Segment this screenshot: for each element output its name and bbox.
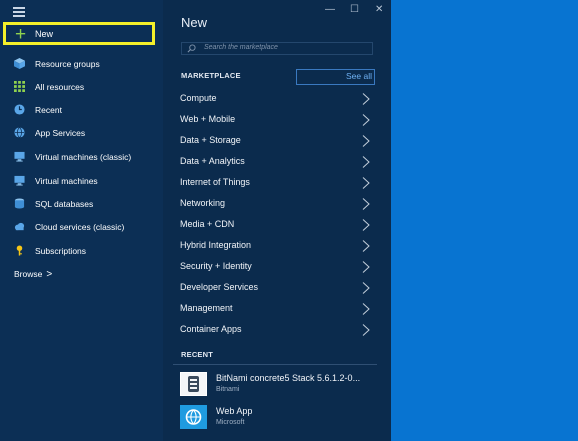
nav-item-app-services[interactable]: App Services — [0, 123, 163, 143]
nav-item-label: Recent — [35, 105, 62, 115]
category-label: Media + CDN — [180, 219, 235, 229]
nav-item-virtual-machines[interactable]: Virtual machines — [0, 171, 163, 191]
category-label: Developer Services — [180, 282, 259, 292]
marketplace-heading: MARKETPLACE — [181, 71, 241, 80]
category-item[interactable]: Networking — [163, 194, 377, 215]
category-item[interactable]: Data + Storage — [163, 131, 377, 152]
monitor-icon — [14, 175, 25, 186]
browse-label: Browse — [14, 269, 43, 279]
chevron-right-icon — [362, 93, 370, 105]
category-item[interactable]: Media + CDN — [163, 215, 377, 236]
bitnami-tile-icon — [180, 372, 207, 396]
category-label: Internet of Things — [180, 177, 250, 187]
new-blade: New — ☐ ✕ Search the marketplace MARKETP… — [163, 0, 391, 441]
nav-item-label: SQL databases — [35, 199, 94, 209]
chevron-right-icon — [362, 135, 370, 147]
category-item[interactable]: Management — [163, 299, 377, 320]
recent-item-name: Web App — [216, 406, 253, 416]
main-content-area — [391, 0, 578, 441]
plus-icon: + — [15, 24, 27, 45]
chevron-right-icon — [362, 156, 370, 168]
database-icon — [14, 198, 25, 209]
recent-item[interactable]: Web App Microsoft — [163, 403, 377, 431]
category-label: Data + Analytics — [180, 156, 245, 166]
chevron-right-icon — [362, 219, 370, 231]
category-item[interactable]: Data + Analytics — [163, 152, 377, 173]
nav-item-label: All resources — [35, 82, 85, 92]
search-marketplace-input[interactable]: Search the marketplace — [181, 42, 373, 55]
chevron-right-icon — [362, 261, 370, 273]
close-icon[interactable]: ✕ — [375, 4, 383, 15]
category-item[interactable]: Web + Mobile — [163, 110, 377, 131]
recent-item-publisher: Bitnami — [216, 386, 240, 393]
recent-heading: RECENT — [181, 350, 214, 359]
category-item[interactable]: Developer Services — [163, 278, 377, 299]
nav-item-virtual-machines-classic[interactable]: Virtual machines (classic) — [0, 147, 163, 167]
monitor-icon — [14, 151, 25, 162]
category-item[interactable]: Internet of Things — [163, 173, 377, 194]
nav-item-label: Resource groups — [35, 59, 100, 69]
nav-item-recent[interactable]: Recent — [0, 100, 163, 120]
nav-item-label: Virtual machines (classic) — [35, 152, 132, 162]
category-label: Web + Mobile — [180, 114, 236, 124]
nav-item-sql-databases[interactable]: SQL databases — [0, 194, 163, 214]
nav-new-button[interactable]: + New — [3, 22, 155, 45]
web-app-icon — [180, 405, 207, 429]
chevron-right-icon — [362, 303, 370, 315]
nav-item-subscriptions[interactable]: Subscriptions — [0, 241, 163, 261]
category-item[interactable]: Container Apps — [163, 320, 377, 341]
category-label: Networking — [180, 198, 226, 208]
cloud-icon — [14, 222, 25, 231]
recent-item-publisher: Microsoft — [216, 419, 245, 426]
cube-icon — [14, 58, 25, 69]
chevron-right-icon — [362, 240, 370, 252]
category-label: Hybrid Integration — [180, 240, 252, 250]
see-all-label: See all — [346, 71, 372, 81]
nav-item-label: Subscriptions — [35, 246, 87, 256]
nav-item-resource-groups[interactable]: Resource groups — [0, 54, 163, 74]
nav-item-cloud-services-classic[interactable]: Cloud services (classic) — [0, 217, 163, 237]
category-label: Data + Storage — [180, 135, 241, 145]
minimize-icon[interactable]: — — [325, 4, 335, 15]
search-icon — [187, 44, 196, 53]
category-label: Compute — [180, 93, 217, 103]
chevron-right-icon — [362, 198, 370, 210]
recent-item[interactable]: BitNami concrete5 Stack 5.6.1.2-0... Bit… — [163, 370, 377, 398]
chevron-right-icon — [362, 324, 370, 336]
hamburger-menu-icon[interactable] — [13, 7, 25, 17]
chevron-right-icon — [362, 114, 370, 126]
nav-item-all-resources[interactable]: All resources — [0, 77, 163, 97]
category-item[interactable]: Hybrid Integration — [163, 236, 377, 257]
category-label: Container Apps — [180, 324, 242, 334]
nav-item-label: App Services — [35, 128, 86, 138]
browse-button[interactable]: Browse > — [14, 269, 52, 280]
key-icon — [16, 245, 23, 256]
category-label: Management — [180, 303, 233, 313]
nav-item-label: Cloud services (classic) — [35, 222, 125, 232]
grid-icon — [14, 81, 25, 92]
divider — [173, 364, 377, 365]
nav-item-label: Virtual machines — [35, 176, 98, 186]
left-nav: + New Resource groups All resources Rece… — [0, 0, 163, 441]
chevron-right-icon — [362, 177, 370, 189]
clock-icon — [14, 104, 25, 115]
chevron-right-icon — [362, 282, 370, 294]
nav-new-label: New — [35, 29, 54, 39]
blade-header: New — ☐ ✕ — [163, 0, 391, 40]
maximize-icon[interactable]: ☐ — [350, 4, 359, 15]
blade-title: New — [181, 15, 208, 30]
category-item[interactable]: Security + Identity — [163, 257, 377, 278]
category-label: Security + Identity — [180, 261, 252, 271]
category-item[interactable]: Compute — [163, 89, 377, 110]
globe-icon — [14, 127, 25, 138]
see-all-link[interactable]: See all — [296, 69, 375, 85]
search-placeholder: Search the marketplace — [204, 44, 278, 51]
chevron-right-icon: > — [46, 269, 53, 280]
recent-item-name: BitNami concrete5 Stack 5.6.1.2-0... — [216, 373, 361, 383]
